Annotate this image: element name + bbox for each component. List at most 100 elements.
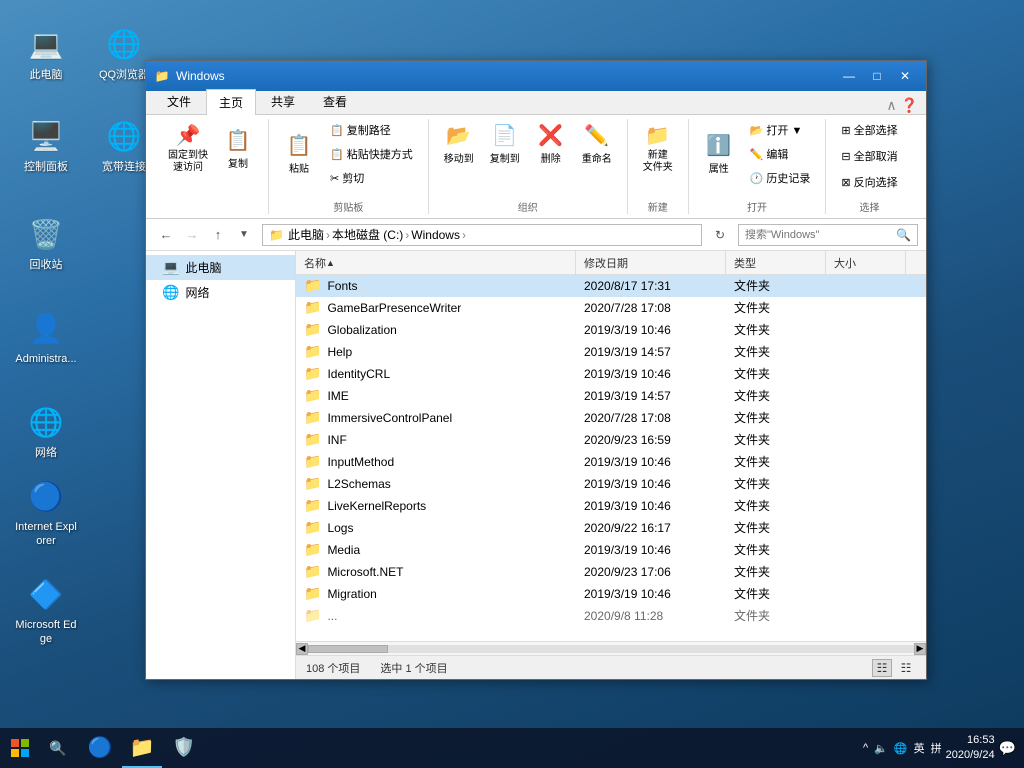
delete-button[interactable]: ❌ 删除	[529, 119, 573, 169]
recycle-icon: 🗑️	[26, 214, 66, 254]
refresh-button[interactable]: ↻	[708, 223, 732, 247]
up-button[interactable]: ↑	[206, 223, 230, 247]
close-button[interactable]: ✕	[892, 66, 918, 86]
edit-button[interactable]: ✏️ 编辑	[743, 143, 818, 165]
desktop-icon-edge[interactable]: 🔷 Microsoft Edge	[10, 570, 82, 651]
rename-button[interactable]: ✏️ 重命名	[575, 119, 619, 169]
history-label: 历史记录	[766, 170, 810, 186]
col-header-name[interactable]: 名称 ▲	[296, 251, 576, 274]
horizontal-scrollbar[interactable]: ◀ ▶	[296, 641, 926, 655]
clock-date: 2020/9/24	[946, 748, 995, 763]
properties-button[interactable]: ℹ️ 属性	[697, 129, 741, 179]
paste-shortcut-label: 粘贴快捷方式	[347, 146, 413, 162]
table-row[interactable]: 📁INF 2020/9/23 16:59 文件夹	[296, 429, 926, 451]
desktop-icon-recycle[interactable]: 🗑️ 回收站	[10, 210, 82, 276]
table-row[interactable]: 📁Globalization 2019/3/19 10:46 文件夹	[296, 319, 926, 341]
col-header-type[interactable]: 类型	[726, 251, 826, 274]
tray-speaker-icon[interactable]: 🔈	[874, 742, 888, 755]
tab-view[interactable]: 查看	[310, 88, 360, 114]
cut-button[interactable]: ✂ 剪切	[323, 167, 420, 189]
table-row[interactable]: 📁Help 2019/3/19 14:57 文件夹	[296, 341, 926, 363]
folder-icon: 📁	[304, 321, 321, 338]
notification-icon[interactable]: 💬	[999, 740, 1016, 757]
desktop-icon-control[interactable]: 🖥️ 控制面板	[10, 112, 82, 178]
table-row[interactable]: 📁Fonts 2020/8/17 17:31 文件夹	[296, 275, 926, 297]
breadcrumb-thispc[interactable]: 此电脑	[288, 226, 324, 243]
taskbar-shield-button[interactable]: 🛡️	[164, 728, 204, 768]
hscroll-track[interactable]	[308, 645, 914, 653]
tab-share[interactable]: 共享	[258, 88, 308, 114]
select-col: ⊞ 全部选择 ⊟ 全部取消 ⊠ 反向选择	[834, 119, 904, 193]
content-area: 💻 此电脑 🌐 网络 名称 ▲ 修改日期 类型 大小	[146, 251, 926, 679]
help-button[interactable]: ❓	[901, 97, 918, 114]
tray-ime-english[interactable]: 英	[914, 740, 925, 756]
desktop-icon-admin[interactable]: 👤 Administra...	[10, 304, 82, 370]
nav-item-thispc[interactable]: 💻 此电脑	[146, 255, 295, 280]
file-date: 2019/3/19 10:46	[576, 367, 726, 381]
copy-button[interactable]: 📋 复制	[216, 124, 260, 174]
col-header-size[interactable]: 大小	[826, 251, 906, 274]
desktop-icon-thispc[interactable]: 💻 此电脑	[10, 20, 82, 86]
ribbon-collapse-button[interactable]: ∧	[886, 97, 896, 114]
paste-button[interactable]: 📋 粘贴	[277, 129, 321, 179]
table-row[interactable]: 📁GameBarPresenceWriter 2020/7/28 17:08 文…	[296, 297, 926, 319]
file-type: 文件夹	[726, 299, 826, 316]
history-button[interactable]: 🕐 历史记录	[743, 167, 818, 189]
table-row[interactable]: 📁ImmersiveControlPanel 2020/7/28 17:08 文…	[296, 407, 926, 429]
file-date: 2019/3/19 14:57	[576, 389, 726, 403]
select-none-icon: ⊟	[841, 150, 850, 163]
tray-network-icon[interactable]: 🌐	[894, 742, 908, 755]
breadcrumb-windows[interactable]: Windows	[411, 228, 460, 242]
tab-home[interactable]: 主页	[206, 89, 256, 115]
tray-chevron[interactable]: ^	[863, 742, 868, 754]
ribbon-group-organize: 📂 移动到 📄 复制到 ❌ 删除 ✏️ 重命名	[429, 119, 628, 214]
taskbar-ie-button[interactable]: 🔵	[80, 728, 120, 768]
taskbar-clock[interactable]: 16:53 2020/9/24	[946, 733, 995, 764]
ribbon-tabs: 文件 主页 共享 查看 ∧ ❓	[146, 91, 926, 115]
tab-file[interactable]: 文件	[154, 88, 204, 114]
col-header-date[interactable]: 修改日期	[576, 251, 726, 274]
nav-item-network[interactable]: 🌐 网络	[146, 280, 295, 305]
table-row[interactable]: 📁L2Schemas 2019/3/19 10:46 文件夹	[296, 473, 926, 495]
copy-path-button[interactable]: 📋 复制路径	[323, 119, 420, 141]
file-type: 文件夹	[726, 321, 826, 338]
taskbar-explorer-button[interactable]: 📁	[122, 728, 162, 768]
table-row[interactable]: 📁IdentityCRL 2019/3/19 10:46 文件夹	[296, 363, 926, 385]
taskbar-search-button[interactable]: 🔍	[40, 728, 76, 768]
table-row[interactable]: 📁Media 2019/3/19 10:46 文件夹	[296, 539, 926, 561]
minimize-button[interactable]: —	[836, 66, 862, 86]
table-row[interactable]: 📁LiveKernelReports 2019/3/19 10:46 文件夹	[296, 495, 926, 517]
recent-button[interactable]: ▼	[232, 223, 256, 247]
breadcrumb-sep2: ›	[405, 228, 409, 242]
select-all-button[interactable]: ⊞ 全部选择	[834, 119, 904, 141]
maximize-button[interactable]: □	[864, 66, 890, 86]
large-icon-view-button[interactable]: ☷	[896, 659, 916, 677]
desktop-icon-ie[interactable]: 🔵 Internet Explorer	[10, 472, 82, 553]
search-input[interactable]	[745, 229, 892, 241]
open-button[interactable]: 📂 打开 ▼	[743, 119, 818, 141]
move-to-button[interactable]: 📂 移动到	[437, 119, 481, 169]
details-view-button[interactable]: ☷	[872, 659, 892, 677]
table-row[interactable]: 📁... 2020/9/8 11:28 文件夹	[296, 605, 926, 627]
paste-shortcut-button[interactable]: 📋 粘贴快捷方式	[323, 143, 420, 165]
table-row[interactable]: 📁IME 2019/3/19 14:57 文件夹	[296, 385, 926, 407]
breadcrumb-c[interactable]: 本地磁盘 (C:)	[332, 226, 403, 243]
table-row[interactable]: 📁InputMethod 2019/3/19 10:46 文件夹	[296, 451, 926, 473]
tray-ime-pinyin[interactable]: 拼	[931, 740, 942, 756]
start-button[interactable]	[0, 728, 40, 768]
address-path[interactable]: 📁 此电脑 › 本地磁盘 (C:) › Windows ›	[262, 224, 702, 246]
forward-button[interactable]: →	[180, 223, 204, 247]
table-row[interactable]: 📁Logs 2020/9/22 16:17 文件夹	[296, 517, 926, 539]
hscroll-thumb[interactable]	[308, 645, 388, 653]
select-none-button[interactable]: ⊟ 全部取消	[834, 145, 904, 167]
new-folder-button[interactable]: 📁 新建文件夹	[636, 119, 680, 178]
hscroll-right[interactable]: ▶	[914, 643, 926, 655]
back-button[interactable]: ←	[154, 223, 178, 247]
pin-button[interactable]: 📌 固定到快速访问	[162, 119, 214, 178]
hscroll-left[interactable]: ◀	[296, 643, 308, 655]
table-row[interactable]: 📁Microsoft.NET 2020/9/23 17:06 文件夹	[296, 561, 926, 583]
invert-select-button[interactable]: ⊠ 反向选择	[834, 171, 904, 193]
desktop-icon-network[interactable]: 🌐 网络	[10, 398, 82, 464]
copy-to-button[interactable]: 📄 复制到	[483, 119, 527, 169]
table-row[interactable]: 📁Migration 2019/3/19 10:46 文件夹	[296, 583, 926, 605]
